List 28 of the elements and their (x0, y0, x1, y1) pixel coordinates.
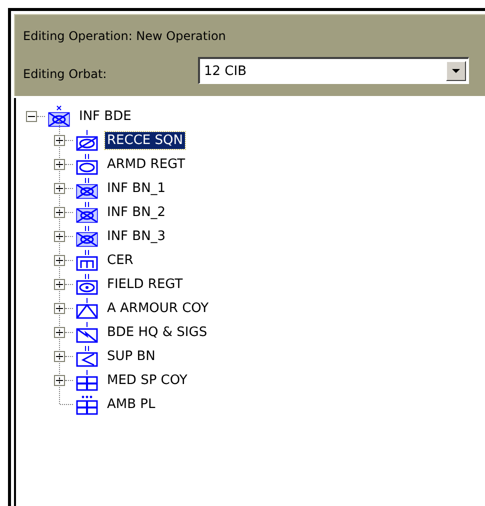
expand-icon[interactable] (54, 278, 65, 290)
tree-item[interactable]: INF BN_1 (105, 180, 168, 196)
tree-item[interactable]: AMB PL (105, 396, 158, 412)
tree-item[interactable]: MED SP COY (105, 372, 190, 388)
tree-item[interactable]: INF BDE (77, 108, 134, 124)
orbat-label: Editing Orbat: (23, 66, 108, 80)
expand-icon[interactable] (54, 350, 65, 362)
operation-label: Editing Operation: New Operation (23, 29, 227, 43)
expand-icon[interactable] (54, 326, 65, 338)
expand-icon[interactable] (54, 254, 65, 266)
tree-item[interactable]: INF BN_3 (105, 228, 168, 244)
tree-item[interactable]: SUP BN (105, 348, 158, 364)
orbat-dropdown[interactable]: 12 CIB (198, 57, 469, 84)
expand-icon[interactable] (54, 134, 65, 146)
expand-icon[interactable] (54, 374, 65, 386)
tree-item[interactable]: BDE HQ & SIGS (105, 324, 210, 340)
expand-icon[interactable] (54, 158, 65, 170)
expand-icon[interactable] (54, 182, 65, 194)
expand-icon[interactable] (54, 302, 65, 314)
expand-icon[interactable] (54, 206, 65, 218)
tree-item[interactable]: INF BN_2 (105, 204, 168, 220)
tree-item[interactable]: CER (105, 252, 136, 268)
tree-item[interactable]: A ARMOUR COY (105, 300, 211, 316)
collapse-icon[interactable] (26, 110, 37, 122)
tree-item[interactable]: FIELD REGT (105, 276, 185, 292)
tree-item[interactable]: ARMD REGT (105, 156, 188, 172)
tree-item[interactable]: RECCE SQN (105, 132, 185, 148)
expand-icon[interactable] (54, 230, 65, 242)
